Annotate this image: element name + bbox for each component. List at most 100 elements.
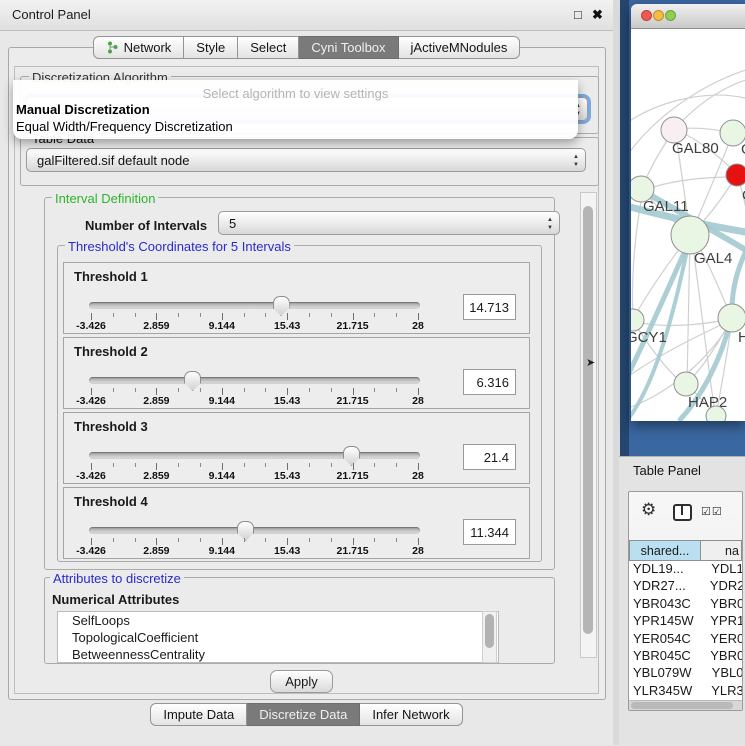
network-canvas[interactable]: GAL80GACGAL11GAL4GCY1HHAP2 [631, 29, 745, 421]
number-of-intervals-combo[interactable]: 5 ▲▼ [218, 211, 560, 235]
slider-tick-label: -3.426 [76, 545, 106, 557]
slider-tick [374, 538, 375, 542]
slider-tick-label: 2.859 [143, 545, 169, 557]
mouse-cursor: ➤ [586, 356, 595, 369]
table-horizontal-scrollbar[interactable] [629, 700, 742, 710]
tab-impute-data[interactable]: Impute Data [150, 703, 247, 726]
slider-tick [331, 538, 332, 542]
tab-select[interactable]: Select [238, 36, 299, 59]
slider-thumb[interactable] [184, 371, 201, 391]
network-node-unnamed[interactable] [706, 406, 726, 421]
tab-cyni-toolbox[interactable]: Cyni Toolbox [299, 36, 398, 59]
cell-shared-name: YER054C [629, 631, 700, 648]
attributes-list-scrollbar[interactable] [482, 611, 497, 663]
slider-tick [287, 463, 288, 470]
numerical-attributes-label: Numerical Attributes [52, 592, 179, 607]
slider-tick [200, 313, 201, 317]
network-node-hap2[interactable] [674, 372, 698, 396]
threshold-value-field[interactable]: 21.4 [463, 444, 516, 470]
slider-tick [178, 463, 179, 467]
slider-track[interactable] [89, 377, 420, 384]
network-node-gal4[interactable] [671, 216, 709, 254]
slider-tick [374, 388, 375, 392]
network-node-label: H [738, 329, 745, 346]
slider-track[interactable] [89, 302, 420, 309]
split-table-icon[interactable] [673, 504, 692, 521]
slider-tick-label: 15.43 [274, 395, 300, 407]
float-window-icon[interactable]: □ [574, 7, 582, 22]
table-row[interactable]: YLR345WYLR3 [629, 683, 742, 700]
column-header-shared-name[interactable]: shared... [629, 540, 701, 561]
tab-label: Discretize Data [259, 704, 347, 725]
cell-name: YBR0 [700, 648, 742, 665]
zoom-traffic-light[interactable] [665, 10, 676, 21]
slider-tick-label: 9.144 [209, 470, 235, 482]
slider-tick [113, 313, 114, 317]
tab-label: Cyni Toolbox [311, 37, 385, 58]
tab-network[interactable]: Network [93, 36, 185, 59]
table-row[interactable]: YBL079WYBL0 [629, 665, 742, 682]
group-legend: Threshold's Coordinates for 5 Intervals [65, 239, 294, 254]
slider-tick [331, 463, 332, 467]
slider-tick [178, 538, 179, 542]
slider-tick-label: 28 [412, 470, 424, 482]
cell-shared-name: YBL079W [629, 665, 702, 682]
table-row[interactable]: YER054CYER0 [629, 631, 742, 648]
slider-tick [396, 463, 397, 467]
control-panel-titlebar: Control Panel □ ✖ [0, 0, 613, 31]
slider-tick-label: 9.144 [209, 545, 235, 557]
table-data-combo[interactable]: galFiltered.sif default node ▲▼ [26, 148, 586, 172]
gear-icon[interactable]: ⚙ [641, 500, 656, 520]
cell-name: YER0 [700, 631, 742, 648]
minimize-traffic-light[interactable] [653, 10, 664, 21]
slider-thumb[interactable] [237, 521, 254, 541]
threshold-value-field[interactable]: 11.344 [463, 519, 516, 545]
slider-tick [418, 538, 419, 545]
tab-infer-network[interactable]: Infer Network [360, 703, 462, 726]
threshold-value-field[interactable]: 14.713 [463, 294, 516, 320]
combo-spinner-icon: ▲▼ [547, 216, 553, 232]
slider-track[interactable] [89, 452, 420, 459]
table-row[interactable]: YBR043CYBR0 [629, 596, 742, 613]
slider-tick [200, 463, 201, 467]
algorithm-option-equal-width-frequency-discretization[interactable]: Equal Width/Frequency Discretization [13, 118, 578, 135]
tab-jactivemnodules[interactable]: jActiveMNodules [399, 36, 521, 59]
column-header-name[interactable]: na [701, 540, 742, 561]
threshold-value-field[interactable]: 6.316 [463, 369, 516, 395]
attribute-item-betweennesscentrality[interactable]: BetweennessCentrality [58, 646, 498, 663]
network-node-h[interactable] [718, 304, 745, 332]
panel-vertical-scrollbar[interactable] [580, 192, 597, 658]
checkbox-columns-icon[interactable]: ☑☑ [701, 505, 723, 518]
scrollbar-thumb[interactable] [631, 702, 733, 709]
slider-tick [353, 538, 354, 545]
table-row[interactable]: YDR27...YDR2 [629, 578, 742, 595]
slider-track[interactable] [89, 527, 420, 534]
network-node-label: GA [741, 141, 745, 158]
scrollbar-thumb[interactable] [583, 206, 593, 634]
apply-button[interactable]: Apply [270, 670, 333, 693]
attributes-list[interactable]: SelfLoopsTopologicalCoefficientBetweenne… [57, 611, 499, 663]
table-row[interactable]: YBR045CYBR0 [629, 648, 742, 665]
tab-style[interactable]: Style [184, 36, 238, 59]
table-row[interactable]: YDL19...YDL1 [629, 561, 742, 578]
slider-tick [244, 313, 245, 317]
network-window[interactable]: GAL80GACGAL11GAL4GCY1HHAP2 [631, 4, 745, 421]
slider-tick [91, 388, 92, 395]
attribute-item-selfloops[interactable]: SelfLoops [58, 612, 498, 629]
slider-tick [113, 388, 114, 392]
network-window-titlebar[interactable] [631, 4, 745, 29]
group-legend: Attributes to discretize [50, 571, 184, 586]
tab-discretize-data[interactable]: Discretize Data [247, 703, 360, 726]
combo-spinner-icon: ▲▼ [573, 153, 579, 169]
slider-tick [309, 313, 310, 317]
network-node-label: GCY1 [631, 329, 667, 346]
network-node-gcy1[interactable] [631, 309, 644, 331]
table-row[interactable]: YPR145WYPR1 [629, 613, 742, 630]
close-icon[interactable]: ✖ [592, 7, 603, 23]
close-traffic-light[interactable] [641, 10, 652, 21]
slider-thumb[interactable] [343, 446, 360, 466]
algorithm-option-manual-discretization[interactable]: Manual Discretization [13, 101, 578, 118]
cell-shared-name: YBR043C [629, 596, 700, 613]
network-node-c[interactable] [726, 164, 745, 186]
attribute-item-topologicalcoefficient[interactable]: TopologicalCoefficient [58, 629, 498, 646]
